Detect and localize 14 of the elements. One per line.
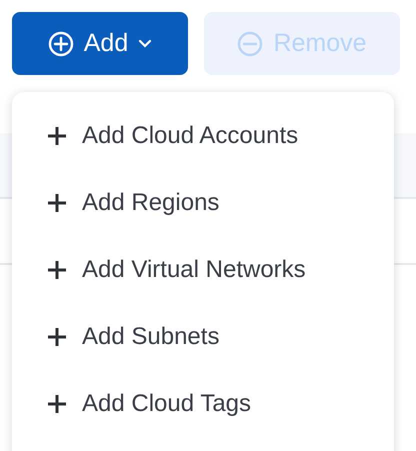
plus-icon: [46, 392, 68, 414]
plus-icon: [46, 258, 68, 280]
menu-item[interactable]: Add Regions: [12, 169, 394, 236]
menu-item[interactable]: Add Virtual Networks: [12, 236, 394, 303]
plus-icon: [46, 124, 68, 146]
add-button[interactable]: Add: [12, 12, 188, 75]
plus-circle-icon: [48, 30, 74, 56]
chevron-down-icon: [138, 39, 152, 48]
minus-circle-icon: [237, 30, 264, 56]
menu-item[interactable]: Add Cloud Accounts: [12, 102, 394, 169]
menu-item[interactable]: Add Subnets: [12, 303, 394, 370]
plus-icon: [46, 326, 68, 348]
plus-icon: [46, 192, 68, 214]
menu-item[interactable]: Add Cloud Tags: [12, 370, 394, 437]
